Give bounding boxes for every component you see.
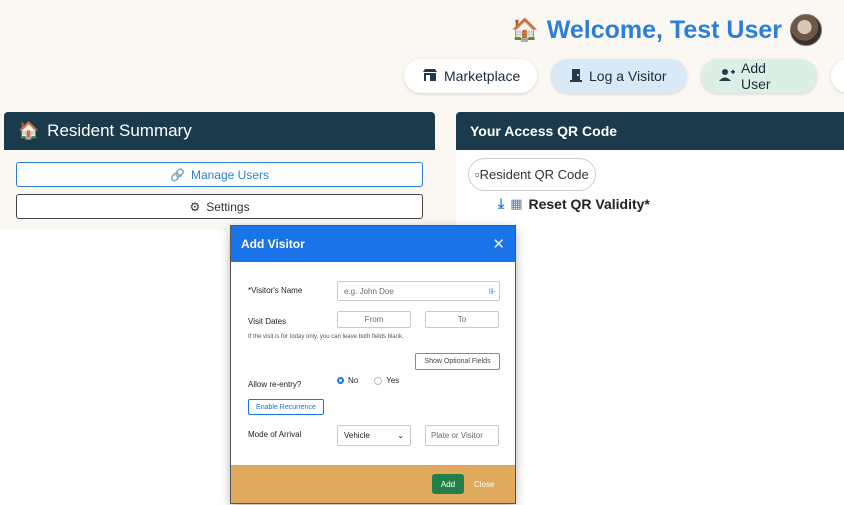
reset-qr-row[interactable]: ⤓ ▦ Reset QR Validity* bbox=[468, 195, 832, 212]
action-buttons: Marketplace Log a Visitor Add User bbox=[404, 59, 844, 93]
marketplace-label: Marketplace bbox=[444, 68, 521, 84]
house-icon: 🏠 bbox=[18, 121, 40, 140]
qr-code-panel: Your Access QR Code ▫Resident QR Code ⤓ … bbox=[456, 112, 844, 230]
reentry-no-label: No bbox=[348, 376, 359, 385]
close-icon[interactable]: ✕ bbox=[492, 235, 505, 253]
plate-input[interactable]: Plate or Visitor bbox=[425, 425, 499, 446]
close-button-label: Close bbox=[474, 479, 495, 489]
qr-code-header: Your Access QR Code bbox=[456, 112, 844, 150]
reset-qr-label[interactable]: Reset QR Validity* bbox=[529, 196, 650, 212]
visit-dates-help: If the visit is for today only, you can … bbox=[248, 334, 404, 340]
to-placeholder: To bbox=[457, 315, 467, 324]
reentry-yes-radio[interactable] bbox=[374, 376, 383, 385]
door-icon bbox=[569, 68, 583, 85]
resident-summary-panel: 🏠 Resident Summary 🔗 Manage Users ⚙ Sett… bbox=[4, 112, 435, 230]
calendar-icon[interactable]: ▦ bbox=[510, 196, 522, 212]
reentry-yes-label: Yes bbox=[386, 376, 400, 385]
visitor-name-placeholder: e.g. John Doe bbox=[344, 286, 394, 296]
to-date-input[interactable]: To bbox=[425, 311, 499, 328]
from-placeholder: From bbox=[364, 315, 384, 324]
chevron-down-icon: ⌄ bbox=[397, 431, 404, 440]
plate-placeholder: Plate or Visitor bbox=[431, 431, 483, 440]
mode-of-arrival-value: Vehicle bbox=[344, 431, 370, 440]
visitor-name-input[interactable]: e.g. John Doe ⊪ bbox=[337, 281, 500, 301]
welcome-header: 🏠 Welcome, Test User bbox=[511, 14, 822, 46]
add-visitor-modal: Add Visitor ✕ *Visitor's Name e.g. John … bbox=[231, 226, 515, 503]
contact-card-icon[interactable]: ⊪ bbox=[489, 287, 499, 296]
resident-summary-title: Resident Summary bbox=[47, 121, 192, 140]
visitor-name-label: *Visitor's Name bbox=[248, 286, 303, 295]
settings-label: Settings bbox=[206, 199, 250, 214]
show-optional-fields-button[interactable]: Show Optional Fields bbox=[415, 353, 500, 370]
add-user-label: Add User bbox=[741, 60, 771, 92]
manage-users-label: Manage Users bbox=[190, 167, 269, 182]
settings-button[interactable]: ⚙ Settings bbox=[16, 194, 423, 219]
mode-of-arrival-select[interactable]: Vehicle ⌄ bbox=[337, 425, 411, 446]
enable-recurrence-label: Enable Recurrence bbox=[256, 403, 316, 411]
add-button-label: Add bbox=[440, 479, 456, 489]
welcome-title: Welcome, Test User bbox=[546, 15, 782, 44]
resident-summary-header: 🏠 Resident Summary bbox=[4, 112, 435, 150]
link-icon: 🔗 bbox=[170, 167, 185, 182]
manage-users-button[interactable]: 🔗 Manage Users bbox=[16, 162, 423, 187]
reentry-radio-group: No Yes bbox=[337, 376, 399, 385]
modal-footer: Add Close bbox=[231, 465, 515, 503]
reentry-label: Allow re-entry? bbox=[248, 380, 302, 389]
more-button[interactable] bbox=[831, 59, 844, 93]
from-date-input[interactable]: From bbox=[337, 311, 411, 328]
download-icon[interactable]: ⤓ bbox=[498, 195, 504, 212]
reentry-no-radio[interactable] bbox=[337, 377, 344, 384]
qr-code-image: ▫Resident QR Code bbox=[468, 158, 596, 191]
avatar[interactable] bbox=[790, 14, 822, 46]
log-visitor-button[interactable]: Log a Visitor bbox=[551, 59, 687, 93]
house-icon: 🏠 bbox=[511, 17, 539, 42]
gear-icon: ⚙ bbox=[189, 199, 201, 214]
log-visitor-label: Log a Visitor bbox=[589, 68, 667, 84]
add-button[interactable]: Add bbox=[432, 474, 464, 494]
close-button[interactable]: Close bbox=[474, 474, 494, 494]
enable-recurrence-button[interactable]: Enable Recurrence bbox=[248, 399, 324, 415]
add-user-button[interactable]: Add User bbox=[701, 59, 817, 93]
store-icon bbox=[422, 68, 438, 85]
user-plus-icon bbox=[719, 68, 735, 85]
modal-title: Add Visitor bbox=[241, 237, 305, 251]
show-optional-label: Show Optional Fields bbox=[424, 358, 491, 365]
qr-code-alt-text: Resident QR Code bbox=[479, 167, 589, 182]
qr-code-title: Your Access QR Code bbox=[470, 123, 618, 139]
modal-header: Add Visitor ✕ bbox=[231, 226, 515, 262]
mode-of-arrival-label: Mode of Arrival bbox=[248, 430, 302, 439]
marketplace-button[interactable]: Marketplace bbox=[404, 59, 537, 93]
visit-dates-label: Visit Dates bbox=[248, 317, 287, 326]
